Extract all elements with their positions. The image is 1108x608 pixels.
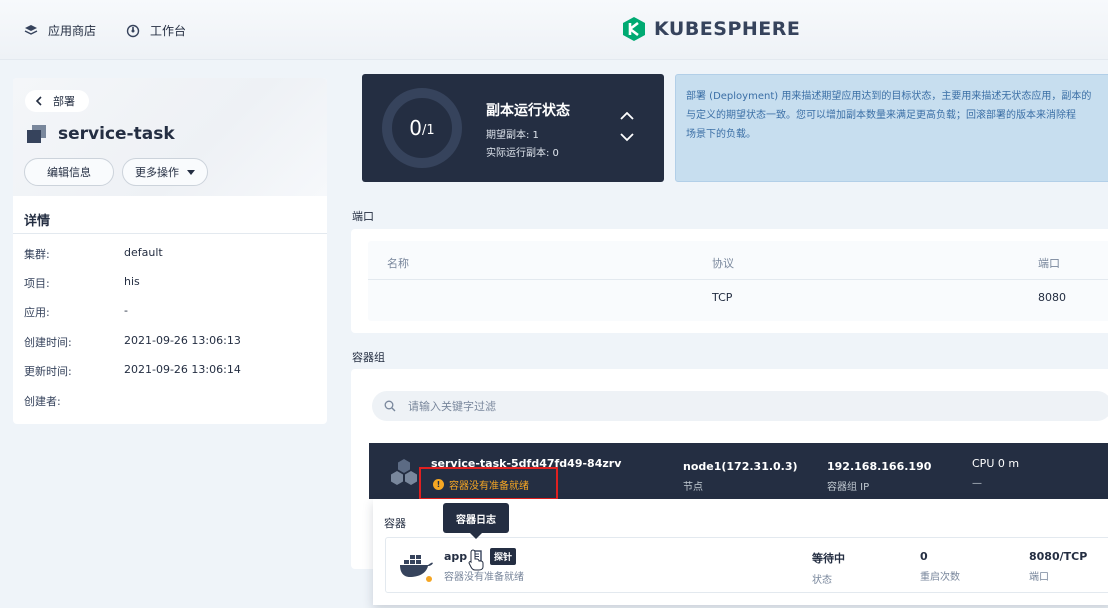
nav-workbench-label: 工作台 (150, 24, 187, 38)
divider (368, 279, 1108, 280)
field-label: 创建时间: (24, 336, 72, 349)
container-ports-value: 8080/TCP (1029, 550, 1088, 563)
divider (13, 233, 327, 234)
brand-name: KUBESPHERE (654, 18, 801, 40)
edit-info-label: 编辑信息 (47, 166, 91, 179)
deployment-info-box: 部署 (Deployment) 用来描述期望应用达到的目标状态，主要用来描述无状… (675, 74, 1108, 182)
replica-stepper-arrows (620, 111, 634, 142)
field-label: 应用: (24, 306, 50, 319)
port-number: 8080 (1038, 291, 1066, 304)
container-name[interactable]: app (444, 550, 467, 563)
replica-stepper (620, 111, 634, 149)
replica-status-card: 0/1 副本运行状态 期望副本: 1 实际运行副本: 0 (362, 74, 664, 182)
service-title: service-task (26, 124, 175, 144)
edit-info-button[interactable]: 编辑信息 (24, 158, 114, 186)
more-actions-button[interactable]: 更多操作 (122, 158, 208, 186)
container-state: 等待中 状态 (812, 550, 845, 586)
replica-count: 0/1 (382, 88, 462, 168)
detail-header: 部署 service-task 编辑信息 更多操作 (13, 78, 327, 196)
replica-desired: 期望副本: 1 (486, 130, 539, 141)
chevron-up-icon[interactable] (620, 111, 634, 120)
details-heading: 详情 (24, 214, 51, 229)
back-button-label: 部署 (53, 95, 75, 108)
replica-ready: 0 (409, 116, 423, 140)
ports-card: 名称 协议 端口 TCP 8080 (351, 229, 1108, 333)
replica-title: 副本运行状态 (486, 103, 570, 119)
col-protocol: 协议 (712, 257, 734, 270)
field-value: 2021-09-26 13:06:13 (124, 334, 241, 347)
info-line: 场景下的负载。 (686, 129, 756, 140)
kubesphere-logo[interactable]: KUBESPHERE (622, 16, 800, 42)
pod-ip-value: 192.168.166.190 (827, 460, 932, 473)
pod-ip: 192.168.166.190 容器组 IP (827, 460, 931, 493)
container-ports: 8080/TCP 端口 (1029, 550, 1087, 583)
top-nav: 应用商店 工作台 KUBESPHERE (0, 0, 1108, 60)
chevron-down-icon[interactable] (620, 133, 634, 142)
log-tooltip: 容器日志 (443, 503, 509, 533)
back-button[interactable]: 部署 (25, 90, 89, 112)
dashboard-icon (126, 24, 140, 37)
ports-table: 名称 协议 端口 TCP 8080 (368, 241, 1108, 321)
hand-cursor-icon (468, 549, 484, 571)
container-restarts-label: 重启次数 (920, 572, 960, 583)
container-restarts: 0 重启次数 (920, 550, 960, 583)
field-label: 更新时间: (24, 365, 72, 378)
field-label: 创建者: (24, 395, 61, 408)
more-actions-label: 更多操作 (135, 166, 179, 179)
field-value: default (124, 246, 163, 259)
pods-heading: 容器组 (352, 351, 385, 364)
service-name: service-task (58, 124, 175, 144)
chevron-left-icon (35, 96, 42, 106)
replica-actual: 实际运行副本: 0 (486, 148, 559, 159)
layers-icon (24, 24, 38, 35)
tooltip-arrow (470, 533, 482, 539)
pod-node-label: 节点 (683, 482, 703, 493)
info-line: 部署 (Deployment) 用来描述期望应用达到的目标状态，主要用来描述无状… (686, 91, 1092, 102)
pod-search[interactable] (372, 391, 1108, 421)
search-input[interactable] (408, 399, 808, 413)
port-protocol: TCP (712, 291, 733, 304)
container-row[interactable]: app 探针 容器没有准备就绪 等待中 状态 0 重启次数 8080/TCP 端… (385, 537, 1108, 593)
nav-workbench[interactable]: 工作台 (126, 22, 186, 39)
probe-badge: 探针 (490, 548, 517, 565)
col-port: 端口 (1038, 257, 1060, 270)
kubesphere-logo-icon (623, 17, 645, 41)
caret-down-icon (187, 169, 195, 175)
nav-app-store-label: 应用商店 (48, 24, 97, 38)
search-icon (384, 400, 396, 412)
ports-heading: 端口 (352, 210, 374, 223)
pod-ip-label: 容器组 IP (827, 482, 870, 493)
field-label: 集群: (24, 248, 50, 261)
container-state-label: 状态 (812, 575, 832, 586)
replica-total: /1 (422, 123, 435, 138)
pod-cpu-bar: — (972, 478, 982, 489)
containers-heading: 容器 (384, 517, 406, 530)
pod-node-value: node1(172.31.0.3) (683, 460, 798, 473)
container-restarts-value: 0 (920, 550, 928, 563)
container-ports-label: 端口 (1029, 572, 1049, 583)
deployment-icon (27, 125, 46, 143)
pod-cpu: CPU 0 m — (972, 457, 1019, 489)
container-state-value: 等待中 (812, 552, 845, 565)
status-highlight-box (419, 467, 558, 500)
info-line: 与定义的期望状态一致。您可以增加副本数量来满足更高负载；回滚部署的版本来消除程 (686, 110, 1076, 121)
field-label: 项目: (24, 277, 50, 290)
container-status-text: 容器没有准备就绪 (444, 572, 524, 583)
detail-card: 部署 service-task 编辑信息 更多操作 详情 集群: default… (13, 78, 327, 424)
nav-app-store[interactable]: 应用商店 (24, 22, 96, 39)
pod-cpu-value: CPU 0 m (972, 457, 1020, 470)
docker-icon (400, 555, 433, 582)
field-value: - (124, 304, 128, 317)
field-value: his (124, 275, 140, 288)
pod-node: node1(172.31.0.3) 节点 (683, 460, 798, 493)
col-name: 名称 (387, 257, 409, 270)
field-value: 2021-09-26 13:06:14 (124, 363, 241, 376)
pod-icon (391, 459, 417, 485)
